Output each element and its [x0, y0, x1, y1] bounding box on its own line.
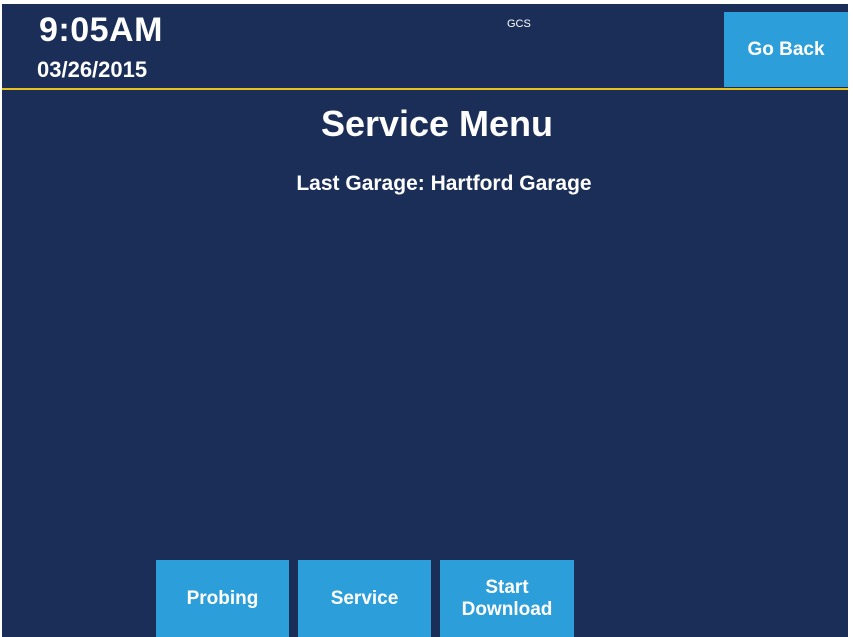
- clock-time: 9:05AM: [39, 11, 163, 49]
- last-garage-label: Last Garage: Hartford Garage: [296, 172, 592, 195]
- probing-button[interactable]: Probing: [156, 560, 289, 637]
- go-back-button[interactable]: Go Back: [724, 12, 848, 87]
- header-label: GCS: [507, 18, 531, 30]
- service-menu-screen: 9:05AM 03/26/2015 GCS Go Back Service Me…: [2, 4, 848, 637]
- service-button[interactable]: Service: [298, 560, 431, 637]
- start-download-button[interactable]: Start Download: [440, 560, 574, 637]
- header-divider: [2, 88, 848, 90]
- clock-date: 03/26/2015: [37, 57, 148, 82]
- page-title: Service Menu: [320, 103, 554, 144]
